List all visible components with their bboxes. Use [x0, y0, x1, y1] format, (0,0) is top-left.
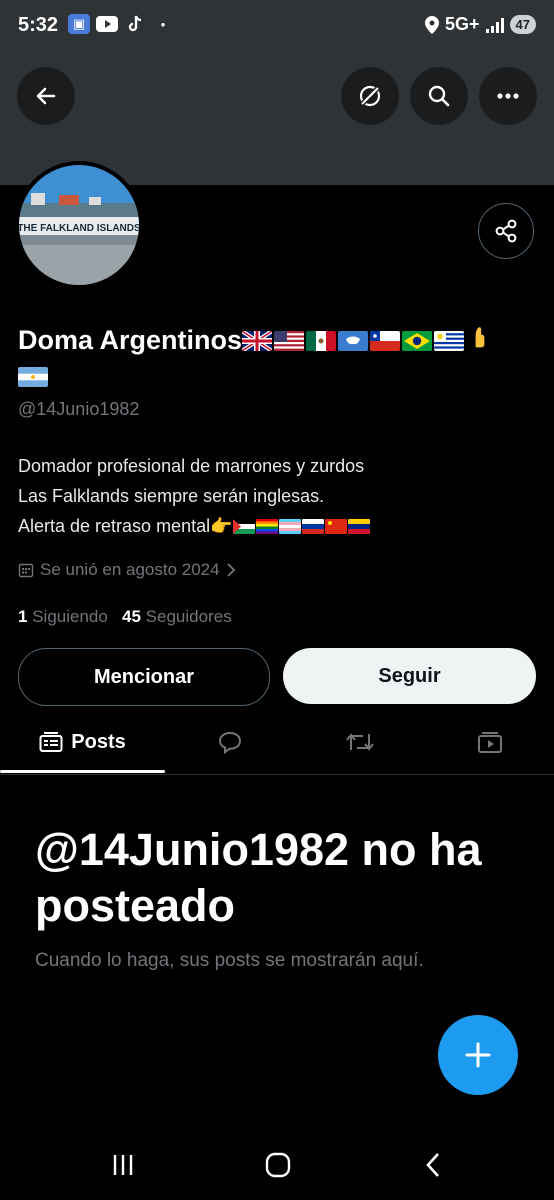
followers-count: 45	[122, 607, 141, 626]
status-right: 5G+ 47	[425, 14, 536, 35]
bio-line-text: Alerta de retraso mental	[18, 516, 211, 536]
china-flag-icon	[324, 519, 347, 534]
replies-icon	[218, 731, 242, 754]
youtube-icon	[96, 14, 118, 34]
followers-label: Seguidores	[145, 607, 232, 626]
media-icon	[478, 732, 502, 753]
signal-icon	[485, 17, 504, 33]
argentina-flag-icon	[18, 367, 48, 387]
chevron-left-icon	[426, 1153, 439, 1177]
tab-posts[interactable]: Posts	[0, 712, 165, 773]
location-icon	[425, 15, 439, 34]
mexico-flag-icon	[306, 331, 337, 351]
more-icon	[497, 93, 519, 99]
dot-icon: •	[160, 16, 166, 32]
grok-icon	[359, 85, 381, 107]
bio-line: Las Falklands siempre serán inglesas.	[18, 486, 325, 506]
compose-button[interactable]	[438, 1015, 518, 1095]
profile-bio: Domador profesional de marrones y zurdos…	[18, 451, 371, 541]
compose-plus-icon	[465, 1042, 491, 1068]
rainbow-flag-icon	[255, 519, 278, 534]
pointing-emoji-icon: 👉	[210, 516, 233, 536]
status-bar: 5:32 ▣ • 5G+ 47	[0, 0, 554, 52]
tab-media[interactable]	[455, 712, 525, 772]
palestine-flag-icon	[232, 519, 255, 534]
tab-posts-label: Posts	[71, 730, 126, 753]
chevron-right-icon	[226, 563, 235, 577]
mention-button[interactable]: Mencionar	[18, 648, 270, 706]
profile-handle: @14Junio1982	[18, 399, 140, 419]
svg-text:THE FALKLAND ISLANDS: THE FALKLAND ISLANDS	[19, 223, 139, 234]
active-tab-indicator	[0, 770, 165, 773]
profile-name: Doma Argentinos	[18, 322, 538, 394]
notification-icons: ▣ •	[68, 14, 174, 34]
antarctica-flag-icon	[338, 331, 369, 351]
pinched-fingers-emoji-icon	[475, 327, 485, 348]
venezuela-flag-icon	[347, 519, 370, 534]
app-notification-icon: ▣	[68, 14, 90, 34]
following-link[interactable]: 1 Siguiendo	[18, 607, 108, 626]
recent-apps-button[interactable]	[93, 1148, 153, 1182]
status-time: 5:32	[18, 14, 59, 36]
empty-state-title: @14Junio1982 no ha posteado	[35, 824, 482, 931]
avatar[interactable]: THE FALKLAND ISLANDS	[15, 161, 143, 289]
more-button[interactable]	[479, 67, 537, 125]
empty-state-subtitle: Cuando lo haga, sus posts se mostrarán a…	[35, 950, 424, 971]
joined-date[interactable]: Se unió en agosto 2024	[18, 560, 236, 580]
search-icon	[428, 85, 450, 107]
tiktok-icon	[124, 14, 146, 34]
transgender-flag-icon	[278, 519, 301, 534]
search-button[interactable]	[410, 67, 468, 125]
grok-button[interactable]	[341, 67, 399, 125]
calendar-icon	[18, 563, 34, 578]
share-icon	[495, 219, 517, 243]
back-button[interactable]	[17, 67, 75, 125]
profile-tabs: Posts	[0, 712, 554, 775]
share-button[interactable]	[478, 203, 534, 259]
follow-stats: 1 Siguiendo 45 Seguidores	[18, 607, 232, 627]
joined-text: Se unió en agosto 2024	[40, 560, 220, 579]
brazil-flag-icon	[402, 331, 433, 351]
uk-flag-icon	[242, 331, 273, 351]
us-flag-icon	[274, 331, 305, 351]
following-label: Siguiendo	[32, 607, 108, 626]
recent-apps-icon	[113, 1155, 133, 1175]
tab-replies[interactable]	[195, 712, 265, 772]
reposts-icon	[346, 733, 374, 751]
home-icon	[265, 1152, 291, 1178]
home-button[interactable]	[248, 1148, 308, 1182]
following-count: 1	[18, 607, 28, 626]
russia-flag-icon	[301, 519, 324, 534]
follow-button[interactable]: Seguir	[283, 648, 536, 704]
bio-line-3: Alerta de retraso mental👉	[18, 511, 371, 541]
profile-name-text: Doma Argentinos	[18, 325, 243, 355]
posts-icon	[39, 732, 63, 752]
battery-indicator: 47	[509, 15, 536, 34]
followers-link[interactable]: 45 Seguidores	[122, 607, 232, 626]
system-back-button[interactable]	[403, 1148, 463, 1182]
back-arrow-icon	[36, 87, 56, 105]
tab-reposts[interactable]	[325, 712, 395, 772]
chile-flag-icon	[370, 331, 401, 351]
system-nav-bar	[0, 1130, 554, 1200]
uruguay-flag-icon	[434, 331, 465, 351]
network-label: 5G+	[445, 14, 480, 34]
bio-line: Domador profesional de marrones y zurdos	[18, 456, 365, 476]
